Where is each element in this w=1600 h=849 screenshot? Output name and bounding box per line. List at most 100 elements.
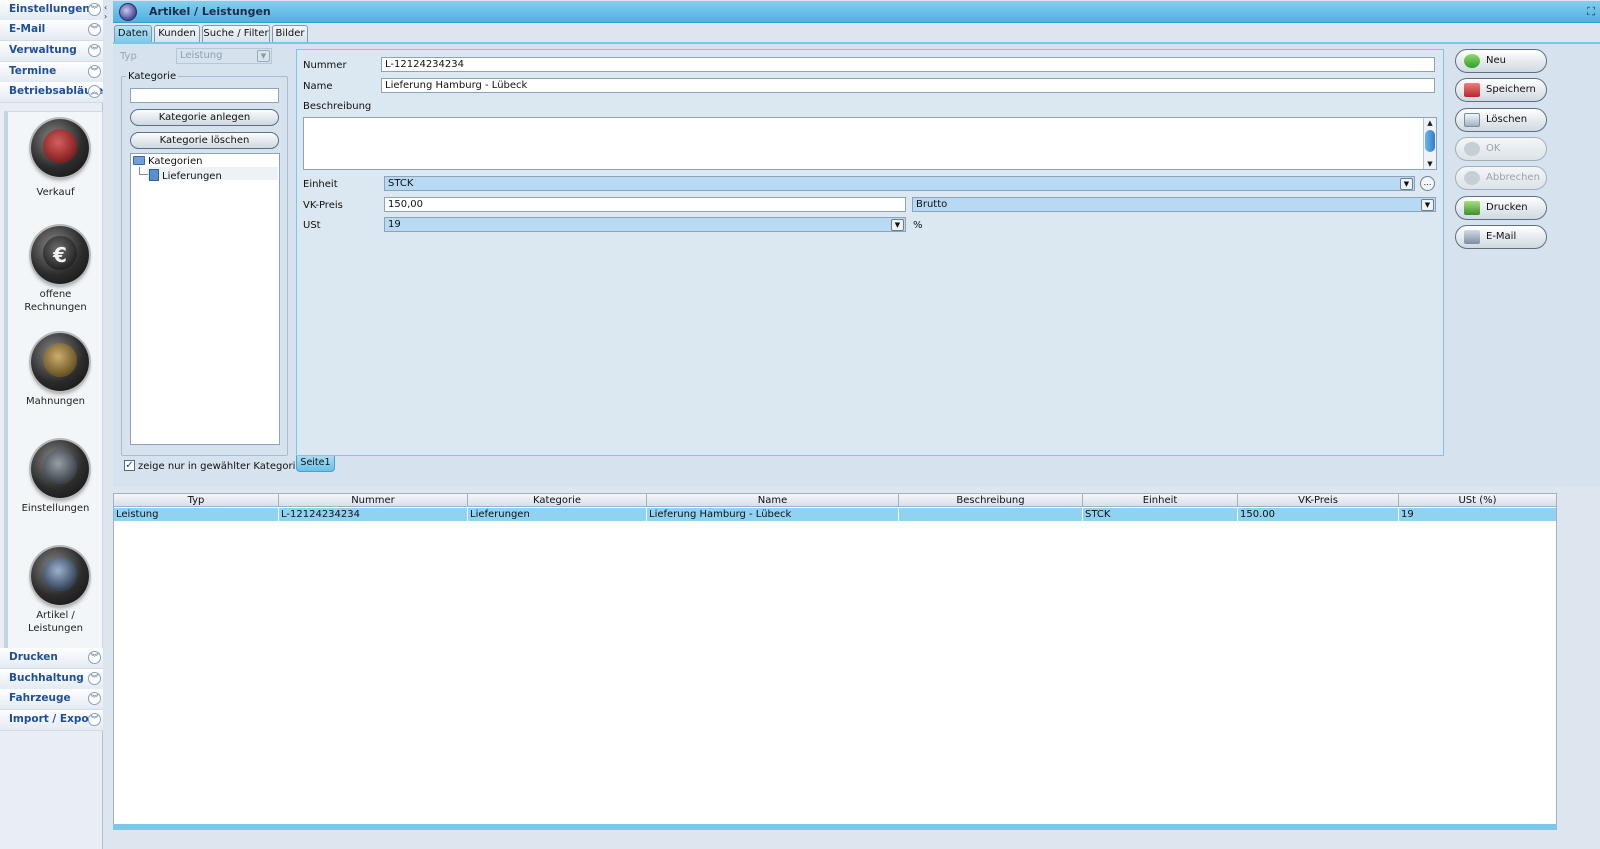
cell-nummer: L-12124234234 bbox=[279, 508, 468, 521]
cell-typ: Leistung bbox=[114, 508, 279, 521]
brutto-value: Brutto bbox=[916, 199, 948, 210]
column-header-beschreibung[interactable]: Beschreibung bbox=[899, 494, 1083, 507]
button-label: Neu bbox=[1486, 55, 1506, 66]
kategorie-tree[interactable] bbox=[130, 153, 280, 445]
more-options-button[interactable]: … bbox=[1420, 176, 1435, 191]
grid-bottom-bar bbox=[113, 824, 1557, 830]
maximize-icon[interactable]: ⛶ bbox=[1587, 5, 1595, 19]
print-icon bbox=[1464, 201, 1480, 215]
nav-item-buchhaltung[interactable]: Buchhaltung ︾ bbox=[0, 669, 103, 690]
chevron-down-icon: ︾ bbox=[88, 651, 101, 664]
beschreibung-textarea[interactable]: ▲ ▼ bbox=[303, 117, 1437, 170]
navigation-sidebar: Einstellungen ︾ E-Mail ︾ Verwaltung ︾ Te… bbox=[0, 0, 103, 849]
grid-header: Typ Nummer Kategorie Name Beschreibung E… bbox=[114, 494, 1556, 507]
nav-item-label: Einstellungen bbox=[9, 3, 90, 15]
nav-item-label: Drucken bbox=[9, 651, 58, 663]
scroll-down-icon[interactable]: ▼ bbox=[1424, 159, 1436, 169]
globe-icon bbox=[31, 440, 89, 498]
column-header-einheit[interactable]: Einheit bbox=[1083, 494, 1238, 507]
column-header-ust[interactable]: USt (%) bbox=[1399, 494, 1556, 507]
ust-unit: % bbox=[913, 220, 923, 231]
nav-item-einstellungen[interactable]: Einstellungen ︾ bbox=[0, 0, 103, 21]
chevron-down-icon: ︾ bbox=[88, 65, 101, 78]
ust-select[interactable]: 19 ▼ bbox=[384, 217, 906, 232]
kategorie-input[interactable] bbox=[130, 88, 279, 103]
tree-connector bbox=[139, 167, 148, 175]
brutto-select[interactable]: Brutto ▼ bbox=[912, 197, 1436, 212]
tab-seite1[interactable]: Seite1 bbox=[296, 456, 335, 472]
cell-vkpreis: 150.00 bbox=[1238, 508, 1399, 521]
tree-item-label: Lieferungen bbox=[162, 171, 222, 182]
column-header-nummer[interactable]: Nummer bbox=[279, 494, 468, 507]
nav-item-import-export[interactable]: Import / Export ︾ bbox=[0, 710, 103, 731]
column-header-typ[interactable]: Typ bbox=[114, 494, 279, 507]
vkpreis-label: VK-Preis bbox=[303, 200, 343, 211]
document-icon bbox=[149, 169, 159, 181]
nav-item-label: Fahrzeuge bbox=[9, 692, 71, 704]
scroll-thumb[interactable] bbox=[1425, 130, 1435, 152]
speichern-button[interactable]: Speichern bbox=[1455, 78, 1547, 102]
save-icon bbox=[1464, 83, 1480, 97]
tree-item-lieferungen[interactable]: Lieferungen bbox=[149, 169, 222, 182]
column-header-kategorie[interactable]: Kategorie bbox=[468, 494, 647, 507]
nav-item-betriebsablaeufe[interactable]: Betriebsabläufe ︽ bbox=[0, 82, 103, 103]
nav-item-verwaltung[interactable]: Verwaltung ︾ bbox=[0, 41, 103, 62]
typ-select: Leistung ▼ bbox=[176, 48, 272, 64]
dropdown-arrow-icon: ▼ bbox=[1400, 178, 1413, 190]
mail-icon bbox=[1464, 230, 1480, 244]
loeschen-button[interactable]: Löschen bbox=[1455, 108, 1547, 132]
einheit-value: STCK bbox=[388, 178, 414, 189]
tab-bilder[interactable]: Bilder bbox=[272, 25, 308, 42]
nummer-field[interactable]: L-12124234234 bbox=[381, 57, 1435, 72]
kategorie-filter-label: zeige nur in gewählter Kategorie bbox=[138, 461, 302, 472]
nav-item-label: Import / Export bbox=[9, 713, 99, 725]
chevron-down-icon: ︾ bbox=[88, 23, 101, 36]
kategorie-anlegen-button[interactable]: Kategorie anlegen bbox=[130, 109, 279, 126]
typ-select-value: Leistung bbox=[180, 50, 223, 61]
delete-icon bbox=[1464, 113, 1480, 127]
tab-kunden[interactable]: Kunden bbox=[154, 25, 200, 42]
einheit-label: Einheit bbox=[303, 179, 338, 190]
name-field[interactable]: Lieferung Hamburg - Lübeck bbox=[381, 78, 1435, 93]
chevron-down-icon: ︾ bbox=[88, 692, 101, 705]
nav-item-fahrzeuge[interactable]: Fahrzeuge ︾ bbox=[0, 689, 103, 710]
tree-item-kategorien[interactable]: Kategorien bbox=[133, 156, 202, 167]
cell-beschreibung bbox=[899, 508, 1083, 521]
column-header-name[interactable]: Name bbox=[647, 494, 899, 507]
nav-item-label: Verwaltung bbox=[9, 44, 77, 56]
tab-suche-filter[interactable]: Suche / Filter bbox=[202, 25, 270, 42]
tab-daten[interactable]: Daten bbox=[114, 25, 152, 42]
verkauf-icon bbox=[31, 119, 89, 177]
tile-label: Verkauf bbox=[36, 187, 75, 198]
chevron-up-icon: ︽ bbox=[88, 85, 101, 98]
tile-label: Einstellungen bbox=[21, 503, 90, 514]
nav-item-drucken[interactable]: Drucken ︾ bbox=[0, 648, 103, 669]
button-label: Drucken bbox=[1486, 202, 1528, 213]
neu-button[interactable]: Neu bbox=[1455, 49, 1547, 73]
ok-button[interactable]: OK bbox=[1455, 137, 1547, 161]
cell-kategorie: Lieferungen bbox=[468, 508, 647, 521]
nav-item-termine[interactable]: Termine ︾ bbox=[0, 62, 103, 83]
kategorie-filter-checkbox[interactable]: ✓ bbox=[124, 460, 135, 471]
cell-name: Lieferung Hamburg - Lübeck bbox=[647, 508, 899, 521]
vkpreis-field[interactable]: 150,00 bbox=[384, 197, 906, 212]
kategorie-legend: Kategorie bbox=[126, 71, 179, 82]
scroll-up-icon[interactable]: ▲ bbox=[1424, 118, 1436, 128]
table-row[interactable]: Leistung L-12124234234 Lieferungen Liefe… bbox=[114, 508, 1556, 521]
ust-value: 19 bbox=[388, 219, 401, 230]
cell-einheit: STCK bbox=[1083, 508, 1238, 521]
chevron-down-icon: ︾ bbox=[88, 672, 101, 685]
nummer-label: Nummer bbox=[303, 60, 347, 71]
einheit-select[interactable]: STCK ▼ bbox=[384, 176, 1415, 191]
chevron-down-icon: ︾ bbox=[88, 713, 101, 726]
drucken-button[interactable]: Drucken bbox=[1455, 196, 1547, 220]
button-label: E-Mail bbox=[1486, 231, 1517, 242]
collapse-arrows-icon[interactable]: ‹ › bbox=[104, 3, 107, 21]
email-button[interactable]: E-Mail bbox=[1455, 225, 1547, 249]
tag-icon bbox=[31, 547, 89, 605]
kategorie-loeschen-button[interactable]: Kategorie löschen bbox=[130, 132, 279, 149]
abbrechen-button[interactable]: Abbrechen bbox=[1455, 166, 1547, 190]
nav-item-email[interactable]: E-Mail ︾ bbox=[0, 20, 103, 41]
column-header-vkpreis[interactable]: VK-Preis bbox=[1238, 494, 1399, 507]
vertical-scrollbar[interactable]: ▲ ▼ bbox=[1423, 118, 1436, 169]
